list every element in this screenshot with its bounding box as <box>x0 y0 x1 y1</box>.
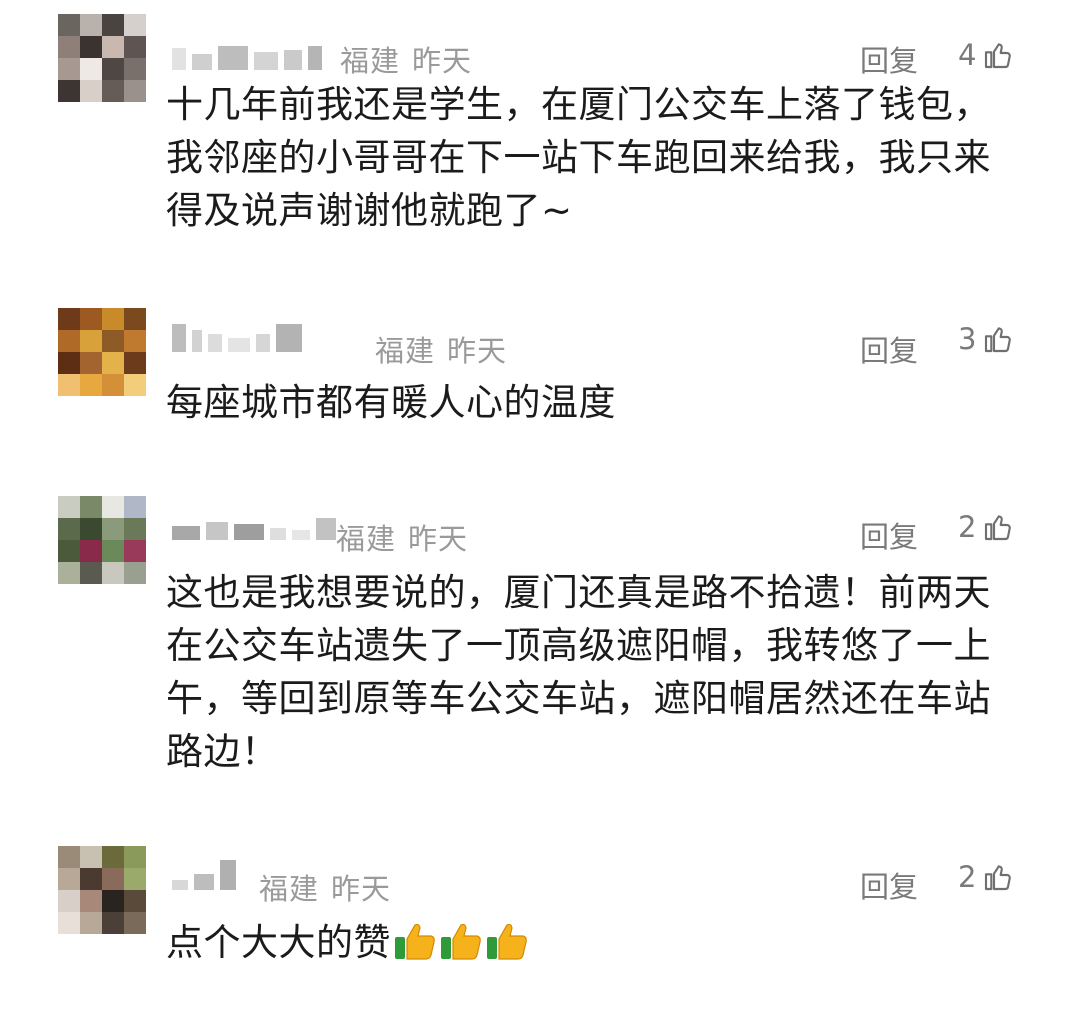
like-count: 2 <box>958 860 977 894</box>
username-blurred[interactable] <box>172 14 328 70</box>
thumbs-up-icon <box>985 865 1012 891</box>
location-label: 福建 <box>340 44 401 78</box>
avatar[interactable] <box>58 496 146 584</box>
location-label: 福建 <box>375 334 436 368</box>
comment-meta: 福建 昨天 <box>336 516 468 558</box>
like-count: 4 <box>958 38 977 72</box>
comment-text: 每座城市都有暖人心的温度 <box>166 381 616 424</box>
location-label: 福建 <box>336 522 397 556</box>
like-count: 2 <box>958 510 977 544</box>
thumbs-up-icon <box>985 43 1012 69</box>
thumbs-up-emoji <box>393 921 437 975</box>
reply-button[interactable]: 回复 <box>860 328 918 370</box>
comment-meta: 福建 昨天 <box>340 38 472 80</box>
username-blurred[interactable] <box>172 496 342 540</box>
avatar[interactable] <box>58 14 146 102</box>
thumbs-up-emoji <box>439 921 483 975</box>
comment-text: 这也是我想要说的，厦门还真是路不拾遗！前两天 在公交车站遗失了一顶高级遮阳帽，我… <box>166 571 991 773</box>
like-button[interactable]: 2 <box>958 510 1014 544</box>
thumbs-up-icon <box>985 327 1012 353</box>
reply-button[interactable]: 回复 <box>860 38 918 80</box>
comment-text: 点个大大的赞 <box>166 916 1026 975</box>
time-label: 昨天 <box>408 522 469 556</box>
comment-item: 福建 昨天 回复 2 这也是我想要说的，厦门还真是路不拾遗！前两天 在公交车站遗失… <box>0 496 1080 786</box>
comment-item: 福建 昨天 回复 4 十几年前我还是学生，在厦门公交车上落了钱包， 我邻座的小哥哥… <box>0 14 1080 244</box>
thumbs-up-emoji <box>485 921 529 975</box>
avatar[interactable] <box>58 308 146 396</box>
time-label: 昨天 <box>412 44 473 78</box>
like-button[interactable]: 4 <box>958 38 1014 72</box>
like-button[interactable]: 2 <box>958 860 1014 894</box>
time-label: 昨天 <box>447 334 508 368</box>
comment-text: 十几年前我还是学生，在厦门公交车上落了钱包， 我邻座的小哥哥在下一站下车跑回来给… <box>166 83 991 232</box>
username-blurred[interactable] <box>172 846 242 890</box>
comment-item: 福建 昨天 回复 2 点个大大的赞 <box>0 846 1080 986</box>
comment-meta: 福建 昨天 <box>259 866 391 908</box>
location-label: 福建 <box>259 872 320 906</box>
comment-meta: 福建 昨天 <box>375 328 507 370</box>
avatar[interactable] <box>58 846 146 934</box>
like-button[interactable]: 3 <box>958 322 1014 356</box>
reply-button[interactable]: 回复 <box>860 864 918 906</box>
like-count: 3 <box>958 322 977 356</box>
comment-item: 福建 昨天 回复 3 每座城市都有暖人心的温度 <box>0 308 1080 438</box>
time-label: 昨天 <box>331 872 392 906</box>
thumbs-up-icon <box>985 515 1012 541</box>
reply-button[interactable]: 回复 <box>860 514 918 556</box>
username-blurred[interactable] <box>172 308 308 352</box>
